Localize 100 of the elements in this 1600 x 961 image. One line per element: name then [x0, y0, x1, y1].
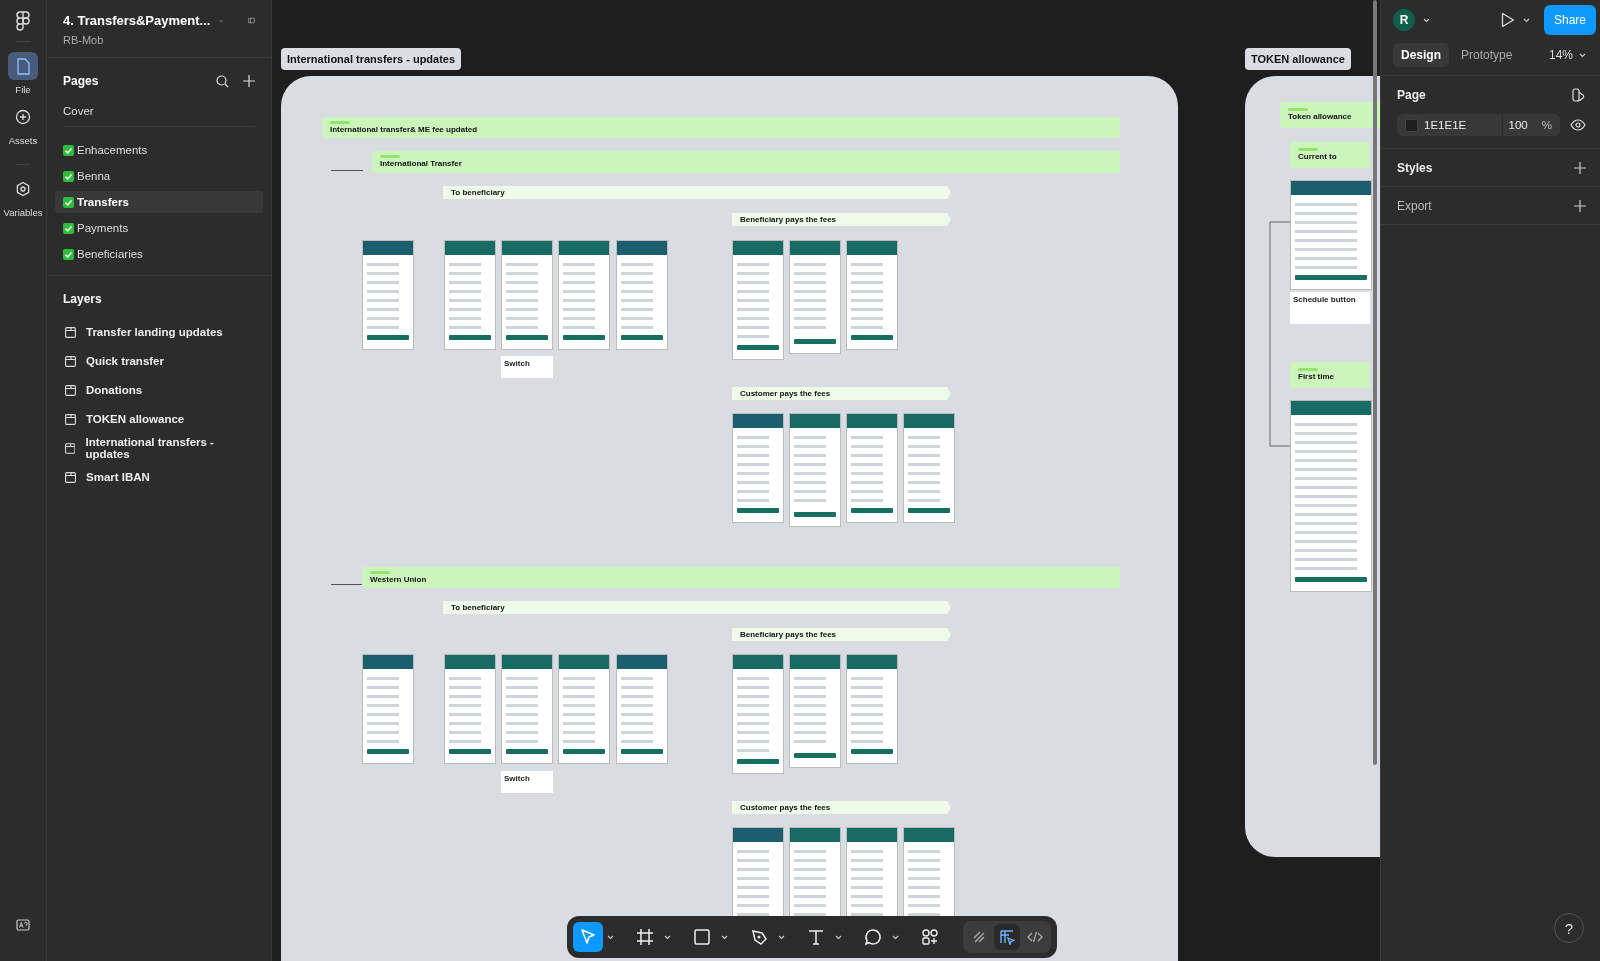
- page-item[interactable]: Benna: [55, 165, 263, 187]
- frame-icon: [65, 413, 76, 425]
- add-icon[interactable]: [243, 75, 255, 87]
- add-icon[interactable]: [1574, 161, 1586, 174]
- status-tag: [1298, 148, 1318, 152]
- status-tag: [1288, 108, 1308, 112]
- banner-title: International Transfer: [380, 159, 463, 169]
- frame-icon: [65, 442, 76, 454]
- hash-icon: [636, 928, 654, 946]
- pen-icon: [750, 928, 768, 946]
- layers-heading: Layers: [63, 292, 103, 306]
- square-icon: [693, 928, 711, 946]
- banner-title: Western Union: [370, 574, 428, 585]
- chevron-down-icon[interactable]: [1423, 17, 1430, 23]
- eye-icon[interactable]: [1570, 119, 1586, 131]
- section-heading: Export: [1397, 198, 1432, 213]
- font-help-icon[interactable]: [16, 919, 30, 931]
- rail-label: File: [15, 84, 31, 95]
- color-field[interactable]: 1E1E1E 100 %: [1397, 114, 1560, 136]
- banner-title: International transfer& ME fee updated: [330, 124, 479, 135]
- page-item[interactable]: Payments: [55, 217, 263, 239]
- banner-title: Current to: [1298, 152, 1338, 162]
- status-tag: [370, 570, 390, 574]
- chevron-down-icon[interactable]: [1522, 17, 1530, 23]
- banner-title: To beneficiary: [451, 602, 506, 613]
- user-avatar[interactable]: R: [1393, 9, 1415, 31]
- scribble-icon: [971, 929, 987, 945]
- note-title: Switch: [504, 774, 531, 783]
- layer-item[interactable]: Smart IBAN: [55, 466, 263, 488]
- chevron-down-icon[interactable]: [778, 934, 785, 940]
- page-item[interactable]: Enhacements: [55, 139, 263, 161]
- frame-icon: [65, 471, 76, 483]
- frame-label[interactable]: International transfers - updates: [281, 48, 462, 70]
- help-button[interactable]: ?: [1554, 913, 1584, 943]
- frame-icon: [65, 355, 76, 367]
- figma-logo-icon[interactable]: [16, 11, 30, 31]
- file-title[interactable]: 4. Transfers&Payment...: [63, 13, 211, 28]
- check-box-icon: [63, 222, 74, 234]
- status-tag: [330, 120, 350, 124]
- search-icon[interactable]: [216, 74, 229, 88]
- file-icon: [16, 57, 30, 75]
- code-icon: [1027, 929, 1043, 945]
- layout-icon: [999, 929, 1015, 945]
- chevron-down-icon[interactable]: [607, 934, 614, 940]
- banner-title: Beneficiary pays the fees: [740, 629, 838, 640]
- check-box-icon: [63, 196, 74, 208]
- page-item[interactable]: Cover: [55, 100, 263, 122]
- scrollbar[interactable]: [1373, 0, 1377, 765]
- add-icon[interactable]: [1574, 199, 1586, 212]
- hexagon-icon: [15, 181, 31, 197]
- chevron-down-icon[interactable]: [892, 934, 899, 940]
- pages-heading: Pages: [63, 74, 100, 88]
- banner-title: Beneficiary pays the fees: [740, 214, 838, 225]
- swatch-icon[interactable]: [1572, 88, 1586, 102]
- check-box-icon: [63, 144, 74, 156]
- layer-item[interactable]: International transfers - updates: [55, 437, 263, 459]
- section-heading: Styles: [1397, 160, 1433, 175]
- chevron-down-icon[interactable]: [664, 934, 671, 940]
- check-box-icon: [63, 170, 74, 182]
- sidebar-toggle-icon[interactable]: [248, 15, 255, 26]
- page-item[interactable]: Transfers: [55, 191, 263, 213]
- cursor-icon: [579, 928, 597, 946]
- chevron-down-icon[interactable]: [1579, 52, 1586, 58]
- note-title: Schedule button: [1293, 295, 1357, 304]
- banner-title: Customer pays the fees: [740, 388, 832, 399]
- rail-button[interactable]: [8, 52, 38, 80]
- mode-button[interactable]: [994, 924, 1020, 950]
- layer-item[interactable]: Donations: [55, 379, 263, 401]
- page-heading: Page: [1397, 88, 1426, 102]
- zoom-level[interactable]: 14%: [1548, 48, 1573, 62]
- banner-title: Token allowance: [1288, 112, 1353, 122]
- rail-label: Variables: [3, 207, 43, 218]
- connector-line: [331, 170, 363, 171]
- text-icon: [807, 928, 825, 946]
- connector-line: [331, 584, 363, 585]
- status-tag: [1298, 368, 1318, 372]
- panel-tab[interactable]: Design: [1393, 43, 1449, 67]
- note-title: Switch: [504, 359, 531, 368]
- status-tag: [380, 155, 400, 159]
- banner-title: To beneficiary: [451, 187, 506, 198]
- shapes-icon: [921, 928, 939, 946]
- banner-title: Customer pays the fees: [740, 802, 832, 813]
- panel-tab[interactable]: Prototype: [1453, 43, 1521, 67]
- layer-item[interactable]: Quick transfer: [55, 350, 263, 372]
- plus-circle-icon: [15, 109, 31, 125]
- check-box-icon: [63, 248, 74, 260]
- chevron-down-icon[interactable]: [721, 934, 728, 940]
- frame-icon: [65, 384, 76, 396]
- frame-label[interactable]: TOKEN allowance: [1245, 48, 1351, 70]
- chevron-down-icon[interactable]: [835, 934, 842, 940]
- page-item[interactable]: Beneficiaries: [55, 243, 263, 265]
- project-name[interactable]: RB-Mob: [63, 34, 255, 46]
- rail-label: Assets: [8, 135, 38, 146]
- banner-title: First time: [1298, 372, 1335, 382]
- frame-icon: [65, 326, 76, 338]
- comment-icon: [864, 928, 882, 946]
- layer-item[interactable]: TOKEN allowance: [55, 408, 263, 430]
- tool-button[interactable]: [573, 922, 603, 952]
- play-icon[interactable]: [1500, 12, 1515, 28]
- layer-item[interactable]: Transfer landing updates: [55, 321, 263, 343]
